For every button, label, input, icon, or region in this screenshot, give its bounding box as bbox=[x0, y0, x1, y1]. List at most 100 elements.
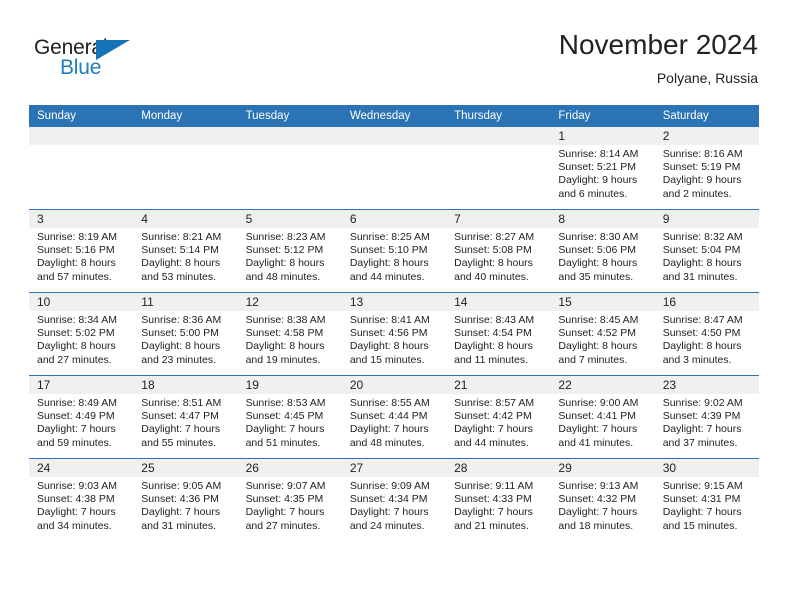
calendar-day-cell[interactable]: 28 Sunrise: 9:11 AM Sunset: 4:33 PM Dayligh… bbox=[446, 458, 551, 541]
calendar-day-cell[interactable] bbox=[341, 127, 447, 210]
calendar-day-cell[interactable]: 2 Sunrise: 8:16 AM Sunset: 5:19 PM Daylight… bbox=[654, 127, 759, 210]
calendar-day-cell[interactable]: 16 Sunrise: 8:47 AM Sunset: 4:50 PM Dayligh… bbox=[654, 292, 759, 376]
day-info-line: and 44 minutes. bbox=[349, 270, 425, 283]
day-info-line: and 37 minutes. bbox=[662, 436, 738, 449]
day-info-line: and 48 minutes. bbox=[245, 270, 321, 283]
day-info-line: Sunset: 4:32 PM bbox=[558, 493, 637, 506]
day-number: 9 bbox=[654, 210, 759, 228]
day-number: 26 bbox=[237, 459, 342, 477]
day-info-line: and 55 minutes. bbox=[141, 436, 216, 449]
day-sun-info: Sunrise: 8:25 AM Sunset: 5:10 PM Daylight:… bbox=[342, 228, 446, 284]
day-info-line: Daylight: 8 hours bbox=[245, 340, 325, 353]
calendar-day-cell[interactable]: 29 Sunrise: 9:13 AM Sunset: 4:32 PM Dayligh… bbox=[550, 458, 655, 541]
day-info-line: Sunrise: 8:21 AM bbox=[141, 231, 222, 243]
weekday-header-monday: Monday bbox=[133, 105, 238, 127]
calendar-day-cell[interactable]: 12 Sunrise: 8:38 AM Sunset: 4:58 PM Dayligh… bbox=[237, 292, 342, 376]
day-info-line: Sunset: 5:10 PM bbox=[349, 244, 428, 257]
day-info-line: Sunset: 4:50 PM bbox=[662, 327, 741, 340]
day-cell-content: 19 Sunrise: 8:53 AM Sunset: 4:45 PM Dayligh… bbox=[237, 376, 342, 458]
calendar-day-cell[interactable]: 3 Sunrise: 8:19 AM Sunset: 5:16 PM Daylight… bbox=[29, 209, 134, 293]
day-number: 17 bbox=[29, 376, 134, 394]
day-sun-info: Sunrise: 9:00 AM Sunset: 4:41 PM Daylight:… bbox=[550, 394, 654, 450]
calendar-day-cell[interactable]: 5 Sunrise: 8:23 AM Sunset: 5:12 PM Daylight… bbox=[237, 209, 342, 293]
calendar-day-cell[interactable]: 9 Sunrise: 8:32 AM Sunset: 5:04 PM Daylight… bbox=[654, 209, 759, 293]
day-info-line: Sunrise: 9:02 AM bbox=[662, 397, 743, 409]
day-cell-content: 29 Sunrise: 9:13 AM Sunset: 4:32 PM Dayligh… bbox=[550, 459, 655, 541]
day-sun-info: Sunrise: 9:03 AM Sunset: 4:38 PM Daylight:… bbox=[29, 477, 133, 533]
day-info-line: and 27 minutes. bbox=[245, 519, 321, 532]
day-number: 30 bbox=[654, 459, 759, 477]
calendar-day-cell[interactable]: 19 Sunrise: 8:53 AM Sunset: 4:45 PM Dayligh… bbox=[237, 375, 342, 459]
calendar-day-cell[interactable]: 11 Sunrise: 8:36 AM Sunset: 5:00 PM Dayligh… bbox=[133, 292, 238, 376]
day-cell-content: 22 Sunrise: 9:00 AM Sunset: 4:41 PM Dayligh… bbox=[550, 376, 655, 458]
calendar-day-cell[interactable]: 23 Sunrise: 9:02 AM Sunset: 4:39 PM Dayligh… bbox=[654, 375, 759, 459]
day-number: 3 bbox=[29, 210, 134, 228]
day-info-line: and 31 minutes. bbox=[141, 519, 216, 532]
day-info-line: and 59 minutes. bbox=[37, 436, 112, 449]
day-sun-info: Sunrise: 8:19 AM Sunset: 5:16 PM Daylight:… bbox=[29, 228, 133, 284]
day-sun-info: Sunrise: 8:47 AM Sunset: 4:50 PM Daylight:… bbox=[655, 311, 759, 367]
day-number: 15 bbox=[550, 293, 655, 311]
calendar-day-cell[interactable] bbox=[29, 127, 134, 210]
calendar-day-cell[interactable] bbox=[133, 127, 238, 210]
calendar-body: 1 Sunrise: 8:14 AM Sunset: 5:21 PM Daylight… bbox=[29, 127, 759, 541]
day-sun-info: Sunrise: 8:45 AM Sunset: 4:52 PM Daylight:… bbox=[550, 311, 654, 367]
calendar-day-cell[interactable]: 4 Sunrise: 8:21 AM Sunset: 5:14 PM Daylight… bbox=[133, 209, 238, 293]
day-info-line: Daylight: 8 hours bbox=[37, 257, 116, 270]
day-info-line: Daylight: 7 hours bbox=[37, 506, 116, 519]
day-info-line: and 15 minutes. bbox=[349, 353, 425, 366]
calendar-day-cell[interactable]: 13 Sunrise: 8:41 AM Sunset: 4:56 PM Dayligh… bbox=[341, 292, 447, 376]
day-sun-info: Sunrise: 8:30 AM Sunset: 5:06 PM Daylight:… bbox=[550, 228, 654, 284]
day-sun-info: Sunrise: 8:21 AM Sunset: 5:14 PM Daylight:… bbox=[133, 228, 237, 284]
calendar-day-cell[interactable]: 30 Sunrise: 9:15 AM Sunset: 4:31 PM Dayligh… bbox=[654, 458, 759, 541]
day-info-line: and 2 minutes. bbox=[662, 187, 732, 200]
day-cell-content: 20 Sunrise: 8:55 AM Sunset: 4:44 PM Dayligh… bbox=[341, 376, 447, 458]
day-info-line: Daylight: 8 hours bbox=[141, 257, 221, 270]
weekday-header-row: Sunday Monday Tuesday Wednesday Thursday… bbox=[29, 105, 759, 127]
day-info-line: and 7 minutes. bbox=[558, 353, 628, 366]
day-cell-content: 21 Sunrise: 8:57 AM Sunset: 4:42 PM Dayligh… bbox=[446, 376, 551, 458]
day-info-line: Sunrise: 8:51 AM bbox=[141, 397, 222, 409]
calendar-day-cell[interactable]: 6 Sunrise: 8:25 AM Sunset: 5:10 PM Daylight… bbox=[341, 209, 447, 293]
calendar-day-cell[interactable] bbox=[446, 127, 551, 210]
day-info-line: and 44 minutes. bbox=[454, 436, 529, 449]
calendar-day-cell[interactable]: 17 Sunrise: 8:49 AM Sunset: 4:49 PM Dayligh… bbox=[29, 375, 134, 459]
day-sun-info: Sunrise: 9:15 AM Sunset: 4:31 PM Daylight:… bbox=[655, 477, 759, 533]
calendar-day-cell[interactable]: 1 Sunrise: 8:14 AM Sunset: 5:21 PM Daylight… bbox=[550, 127, 655, 210]
day-info-line: Sunset: 4:58 PM bbox=[245, 327, 324, 340]
day-info-line: Sunset: 4:38 PM bbox=[37, 493, 115, 506]
calendar-day-cell[interactable]: 18 Sunrise: 8:51 AM Sunset: 4:47 PM Dayligh… bbox=[133, 375, 238, 459]
day-cell-content: 6 Sunrise: 8:25 AM Sunset: 5:10 PM Daylight… bbox=[341, 210, 447, 292]
day-info-line: Sunrise: 8:34 AM bbox=[37, 314, 117, 326]
day-sun-info: Sunrise: 8:34 AM Sunset: 5:02 PM Daylight:… bbox=[29, 311, 133, 367]
day-cell-empty bbox=[341, 127, 447, 209]
day-info-line: Sunset: 4:31 PM bbox=[662, 493, 741, 506]
calendar-day-cell[interactable]: 7 Sunrise: 8:27 AM Sunset: 5:08 PM Daylight… bbox=[446, 209, 551, 293]
day-number: 16 bbox=[654, 293, 759, 311]
calendar-day-cell[interactable]: 8 Sunrise: 8:30 AM Sunset: 5:06 PM Daylight… bbox=[550, 209, 655, 293]
calendar-day-cell[interactable]: 26 Sunrise: 9:07 AM Sunset: 4:35 PM Dayligh… bbox=[237, 458, 342, 541]
calendar-day-cell[interactable]: 24 Sunrise: 9:03 AM Sunset: 4:38 PM Dayligh… bbox=[29, 458, 134, 541]
calendar-day-cell[interactable]: 14 Sunrise: 8:43 AM Sunset: 4:54 PM Dayligh… bbox=[446, 292, 551, 376]
calendar-day-cell[interactable]: 21 Sunrise: 8:57 AM Sunset: 4:42 PM Dayligh… bbox=[446, 375, 551, 459]
day-info-line: Sunset: 4:56 PM bbox=[349, 327, 428, 340]
calendar-day-cell[interactable]: 15 Sunrise: 8:45 AM Sunset: 4:52 PM Dayligh… bbox=[550, 292, 655, 376]
calendar-day-cell[interactable]: 22 Sunrise: 9:00 AM Sunset: 4:41 PM Dayligh… bbox=[550, 375, 655, 459]
day-sun-info: Sunrise: 8:16 AM Sunset: 5:19 PM Daylight:… bbox=[655, 145, 759, 201]
day-info-line: Sunrise: 8:23 AM bbox=[245, 231, 326, 243]
day-info-line: Daylight: 8 hours bbox=[454, 257, 533, 270]
calendar-day-cell[interactable]: 25 Sunrise: 9:05 AM Sunset: 4:36 PM Dayligh… bbox=[133, 458, 238, 541]
day-info-line: Sunset: 4:49 PM bbox=[37, 410, 115, 423]
calendar-day-cell[interactable]: 27 Sunrise: 9:09 AM Sunset: 4:34 PM Dayligh… bbox=[341, 458, 447, 541]
calendar-day-cell[interactable]: 20 Sunrise: 8:55 AM Sunset: 4:44 PM Dayligh… bbox=[341, 375, 447, 459]
calendar-day-cell[interactable]: 10 Sunrise: 8:34 AM Sunset: 5:02 PM Dayligh… bbox=[29, 292, 134, 376]
calendar-day-cell[interactable] bbox=[237, 127, 342, 210]
weekday-header-thursday: Thursday bbox=[446, 105, 551, 127]
day-info-line: Daylight: 8 hours bbox=[558, 257, 638, 270]
day-info-line: Sunrise: 9:15 AM bbox=[662, 480, 743, 492]
day-sun-info: Sunrise: 8:51 AM Sunset: 4:47 PM Daylight:… bbox=[133, 394, 237, 450]
day-info-line: Daylight: 7 hours bbox=[141, 506, 221, 519]
day-info-line: Sunrise: 8:27 AM bbox=[454, 231, 535, 243]
day-info-line: Sunset: 4:42 PM bbox=[454, 410, 532, 423]
day-number: 5 bbox=[237, 210, 342, 228]
